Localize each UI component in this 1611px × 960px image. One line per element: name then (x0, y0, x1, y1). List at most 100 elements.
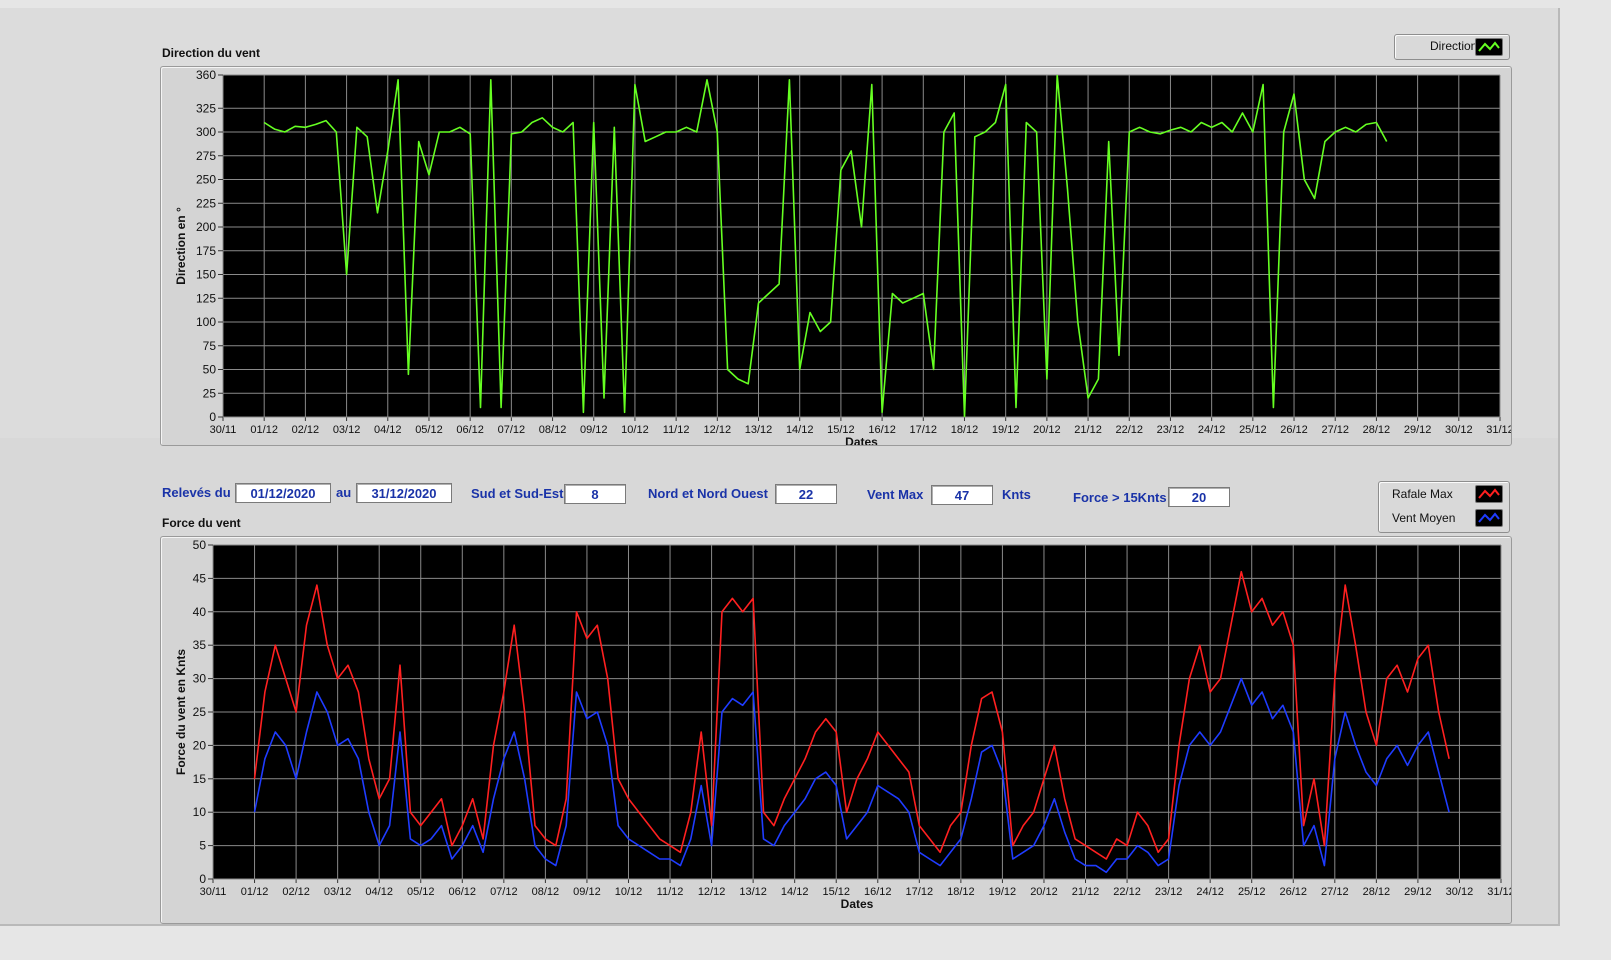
y-tick-label: 275 (196, 149, 216, 163)
x-tick-label: 19/12 (992, 424, 1020, 436)
main-panel: Direction du vent Direction 30/11 01/12 02… (0, 8, 1560, 926)
x-tick-label: 28/12 (1363, 424, 1391, 436)
x-tick-label: 24/12 (1198, 424, 1226, 436)
x-tick-label: 07/12 (490, 886, 518, 898)
y-tick-label: 5 (199, 839, 206, 853)
legend-item-direction[interactable]: Direction (1395, 35, 1509, 57)
ventmax-label: Vent Max (867, 487, 924, 502)
x-tick-label: 11/12 (657, 886, 684, 898)
legend-label: Vent Moyen (1392, 511, 1456, 525)
y-tick-label: 15 (193, 772, 207, 786)
x-tick-label: 08/12 (539, 424, 567, 436)
x-tick-label: 01/12 (241, 886, 269, 898)
direction-legend: Direction (1394, 34, 1510, 60)
x-tick-label: 11/12 (663, 424, 690, 436)
x-tick-label: 14/12 (781, 886, 809, 898)
knts-label: Knts (1002, 487, 1031, 502)
x-tick-label: 25/12 (1239, 424, 1267, 436)
y-tick-label: 50 (193, 538, 207, 552)
force-value-field[interactable]: 20 (1168, 487, 1230, 507)
y-tick-label: 40 (193, 605, 207, 619)
x-tick-label: 27/12 (1321, 886, 1349, 898)
x-tick-label: 20/12 (1033, 424, 1061, 436)
x-tick-label: 19/12 (989, 886, 1017, 898)
y-tick-label: 150 (196, 268, 216, 282)
blue-line-swatch-icon (1475, 509, 1503, 527)
nord-value-field[interactable]: 22 (775, 484, 837, 504)
x-tick-label: 30/11 (200, 886, 227, 898)
force-chart[interactable]: 30/11 01/12 02/12 03/12 04/12 05/12 06/12 07/12… (161, 537, 1515, 923)
legend-item-rafale[interactable]: Rafale Max (1379, 483, 1509, 505)
sud-value-field[interactable]: 8 (564, 484, 626, 504)
x-tick-label: 23/12 (1157, 424, 1185, 436)
legend-label: Direction (1430, 39, 1478, 53)
y-tick-label: 250 (196, 173, 216, 187)
x-tick-label: 21/12 (1072, 886, 1100, 898)
x-tick-label: 03/12 (324, 886, 352, 898)
x-tick-label: 13/12 (745, 424, 773, 436)
x-tick-label: 17/12 (906, 886, 934, 898)
x-tick-label: 12/12 (704, 424, 732, 436)
x-tick-label: 31/12 (1486, 424, 1511, 436)
y-tick-label: 100 (196, 315, 216, 329)
x-tick-label: 14/12 (786, 424, 814, 436)
y-tick-label: 25 (193, 705, 207, 719)
direction-chart[interactable]: 30/11 01/12 02/12 03/12 04/12 05/12 06/12 07/12… (161, 67, 1514, 449)
legend-label: Rafale Max (1392, 487, 1453, 501)
y-tick-label: 25 (203, 386, 217, 400)
x-tick-label: 29/12 (1404, 424, 1432, 436)
green-line-swatch-icon (1475, 38, 1503, 56)
y-tick-label: 125 (196, 291, 216, 305)
releves-label: Relevés du (162, 485, 231, 500)
direction-chart-title: Direction du vent (162, 46, 261, 60)
legend-item-vent-moyen[interactable]: Vent Moyen (1379, 507, 1509, 529)
direction-chart-frame: 30/11 01/12 02/12 03/12 04/12 05/12 06/12 07/12… (160, 66, 1514, 449)
x-axis-title: Dates (841, 897, 874, 911)
x-tick-label: 07/12 (498, 424, 526, 436)
au-label: au (336, 485, 352, 500)
y-tick-label: 30 (193, 672, 207, 686)
x-tick-label: 04/12 (365, 886, 393, 898)
y-tick-label: 20 (193, 738, 207, 752)
x-axis-title: Dates (845, 435, 878, 445)
x-tick-label: 17/12 (910, 424, 938, 436)
nord-label: Nord et Nord Ouest (648, 486, 768, 501)
x-tick-label: 27/12 (1321, 424, 1349, 436)
x-tick-label: 04/12 (374, 424, 402, 436)
y-tick-label: 200 (196, 220, 216, 234)
x-tick-label: 21/12 (1074, 424, 1102, 436)
y-tick-label: 360 (196, 68, 216, 82)
x-tick-label: 02/12 (282, 886, 310, 898)
y-tick-label: 325 (196, 101, 216, 115)
x-tick-label: 06/12 (456, 424, 484, 436)
x-tick-label: 05/12 (415, 424, 443, 436)
x-tick-label: 29/12 (1404, 886, 1432, 898)
y-tick-label: 35 (193, 638, 207, 652)
x-tick-label: 22/12 (1113, 886, 1141, 898)
y-tick-label: 45 (193, 571, 207, 585)
y-tick-label: 10 (193, 805, 207, 819)
x-tick-label: 26/12 (1280, 424, 1308, 436)
x-tick-label: 26/12 (1279, 886, 1307, 898)
y-tick-label: 175 (196, 244, 216, 258)
x-tick-label: 30/12 (1445, 424, 1473, 436)
x-tick-label: 18/12 (947, 886, 975, 898)
sud-label: Sud et Sud-Est (471, 486, 564, 501)
x-tick-label: 08/12 (532, 886, 560, 898)
x-tick-label: 28/12 (1363, 886, 1391, 898)
y-axis-title: Force du vent en Knts (174, 649, 188, 775)
ventmax-value-field[interactable]: 47 (931, 485, 993, 505)
x-tick-label: 18/12 (951, 424, 979, 436)
y-tick-label: 0 (209, 410, 216, 424)
y-tick-label: 300 (196, 125, 216, 139)
y-tick-label: 0 (199, 872, 206, 886)
date-from-input[interactable]: 01/12/2020 (235, 483, 331, 503)
force-chart-title: Force du vent (162, 516, 241, 530)
red-line-swatch-icon (1475, 485, 1503, 503)
x-tick-label: 02/12 (292, 424, 320, 436)
x-tick-label: 01/12 (250, 424, 278, 436)
x-tick-label: 06/12 (449, 886, 477, 898)
date-to-input[interactable]: 31/12/2020 (356, 483, 452, 503)
x-tick-label: 30/11 (210, 424, 237, 436)
force-chart-frame: 30/11 01/12 02/12 03/12 04/12 05/12 06/12 07/12… (160, 536, 1515, 924)
